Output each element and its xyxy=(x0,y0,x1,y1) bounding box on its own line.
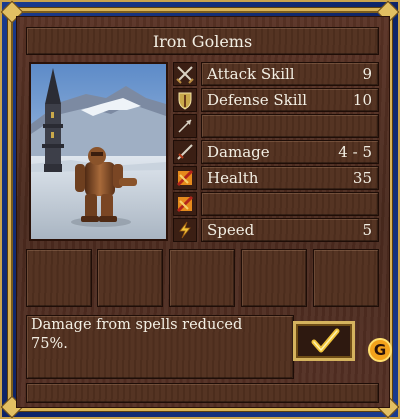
spell-effect-slot xyxy=(26,249,92,307)
stat-label: Damage xyxy=(207,143,270,161)
spell-effect-slot xyxy=(169,249,235,307)
stat-label: Health xyxy=(207,169,259,187)
spell-effect-slot xyxy=(241,249,307,307)
gamespot-badge: G xyxy=(368,338,392,362)
description-box: Damage from spells reduced 75%. xyxy=(26,315,294,379)
stat-value: 35 xyxy=(352,169,372,187)
defense-skill-box: Defense Skill 10 xyxy=(201,88,379,112)
crossed-swords-icon xyxy=(173,62,197,86)
shield-icon xyxy=(173,88,197,112)
stat-value: 4 - 5 xyxy=(338,143,372,161)
health-left-box xyxy=(201,192,379,216)
speed-box: Speed 5 xyxy=(201,218,379,242)
creature-portrait xyxy=(29,62,168,241)
damage-box: Damage 4 - 5 xyxy=(201,140,379,164)
shots-box xyxy=(201,114,379,138)
arrow-icon xyxy=(173,114,197,138)
checkmark-icon xyxy=(311,328,340,353)
stat-label: Attack Skill xyxy=(207,65,295,83)
stat-value: 5 xyxy=(362,221,372,239)
creature-name: Iron Golems xyxy=(152,32,253,51)
stat-label: Defense Skill xyxy=(207,91,308,109)
stat-value: 9 xyxy=(362,65,372,83)
stat-value: 10 xyxy=(352,91,372,109)
creature-info-window: Iron Golems Attack Skill 9 Defense Skill… xyxy=(0,0,400,419)
heart-cross-icon xyxy=(173,166,197,190)
lightning-icon xyxy=(173,218,197,242)
stat-label: Speed xyxy=(207,221,255,239)
title-bar: Iron Golems xyxy=(26,27,379,55)
ok-button[interactable] xyxy=(293,321,355,361)
status-bar xyxy=(26,383,379,403)
attack-skill-box: Attack Skill 9 xyxy=(201,62,379,86)
ability-description: Damage from spells reduced 75%. xyxy=(31,317,243,352)
info-panel: Iron Golems Attack Skill 9 Defense Skill… xyxy=(16,16,392,408)
heart-cross-icon xyxy=(173,192,197,216)
spell-effect-slot xyxy=(97,249,163,307)
spell-effect-slot xyxy=(313,249,379,307)
sword-icon xyxy=(173,140,197,164)
health-box: Health 35 xyxy=(201,166,379,190)
